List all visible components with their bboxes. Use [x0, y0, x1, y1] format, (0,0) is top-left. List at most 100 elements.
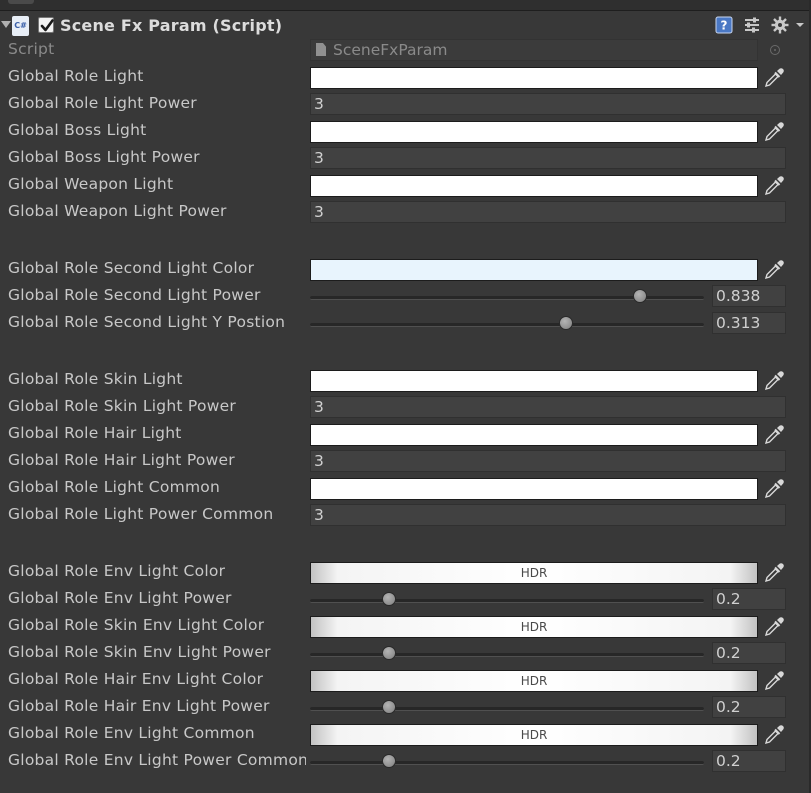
property-row-global-role-skin-light-power: Global Role Skin Light Power 3: [0, 394, 811, 421]
eyedropper-icon[interactable]: [764, 563, 784, 583]
eyedropper-icon[interactable]: [764, 671, 784, 691]
property-row-global-role-skin-env-light-color: Global Role Skin Env Light Color HDR: [0, 613, 811, 640]
slider-track[interactable]: [310, 653, 704, 657]
svg-text:?: ?: [721, 19, 728, 33]
eyedropper-icon[interactable]: [764, 725, 784, 745]
dropdown-arrow-icon[interactable]: [795, 20, 805, 30]
color-swatch[interactable]: [310, 259, 758, 281]
color-swatch[interactable]: [310, 478, 758, 500]
color-swatch[interactable]: [310, 121, 758, 143]
property-row-global-weapon-light-power: Global Weapon Light Power 3: [0, 199, 811, 226]
eyedropper-icon[interactable]: [764, 479, 784, 499]
slider-thumb[interactable]: [381, 754, 396, 768]
property-row-global-boss-light-power: Global Boss Light Power 3: [0, 145, 811, 172]
slider-value-field[interactable]: 0.2: [712, 588, 786, 610]
property-row-global-role-env-light-color: Global Role Env Light Color HDR: [0, 559, 811, 586]
slider-thumb[interactable]: [381, 700, 396, 714]
color-swatch[interactable]: [310, 424, 758, 446]
slider-thumb[interactable]: [559, 316, 574, 330]
previous-component-edge: [8, 0, 34, 4]
hdr-label: HDR: [520, 620, 548, 634]
eyedropper-icon[interactable]: [764, 260, 784, 280]
eyedropper-icon[interactable]: [764, 617, 784, 637]
hdr-label: HDR: [520, 728, 548, 742]
slider[interactable]: [310, 586, 704, 613]
property-label: Global Role Light: [8, 67, 144, 85]
color-swatch[interactable]: [310, 67, 758, 89]
property-row-global-role-skin-env-light-power: Global Role Skin Env Light Power 0.2: [0, 640, 811, 667]
property-label: Global Role Hair Light: [8, 424, 182, 442]
eyedropper-icon[interactable]: [764, 425, 784, 445]
slider-thumb[interactable]: [633, 289, 648, 303]
property-label: Global Role Skin Light Power: [8, 397, 237, 415]
script-label: Script: [8, 40, 55, 58]
property-label: Global Role Skin Env Light Power: [8, 643, 271, 661]
inspector-top-strip: [0, 0, 811, 11]
property-row-global-role-light-power: Global Role Light Power 3: [0, 91, 811, 118]
script-name: SceneFxParam: [333, 41, 448, 59]
slider-thumb[interactable]: [381, 646, 396, 660]
property-row-global-boss-light: Global Boss Light: [0, 118, 811, 145]
property-label: Global Role Light Power Common: [8, 505, 274, 523]
slider-value-field[interactable]: 0.2: [712, 750, 786, 772]
slider[interactable]: [310, 748, 704, 775]
property-row-global-role-light-power-common: Global Role Light Power Common 3: [0, 502, 811, 529]
number-field[interactable]: 3: [310, 450, 786, 472]
checkmark-icon: [40, 19, 54, 32]
property-row-global-role-light-common: Global Role Light Common: [0, 475, 811, 502]
slider-value-field[interactable]: 0.838: [712, 285, 786, 307]
script-object-field[interactable]: SceneFxParam: [310, 39, 758, 61]
color-swatch[interactable]: [310, 175, 758, 197]
hdr-color-swatch[interactable]: HDR: [310, 670, 758, 692]
slider-track[interactable]: [310, 323, 704, 327]
number-field[interactable]: 3: [310, 147, 786, 169]
gear-icon[interactable]: [771, 16, 789, 34]
property-label: Global Role Second Light Power: [8, 286, 261, 304]
slider[interactable]: [310, 283, 704, 310]
slider[interactable]: [310, 310, 704, 337]
slider-thumb[interactable]: [381, 592, 396, 606]
eyedropper-icon[interactable]: [764, 122, 784, 142]
number-field[interactable]: 3: [310, 201, 786, 223]
hdr-color-swatch[interactable]: HDR: [310, 616, 758, 638]
component-header[interactable]: C# Scene Fx Param (Script) ?: [0, 12, 811, 40]
slider-value-field[interactable]: 0.2: [712, 696, 786, 718]
property-row-global-role-light: Global Role Light: [0, 64, 811, 91]
slider-value-field[interactable]: 0.2: [712, 642, 786, 664]
property-row-global-weapon-light: Global Weapon Light: [0, 172, 811, 199]
property-label: Global Role Hair Env Light Power: [8, 697, 270, 715]
property-row-global-role-second-light-color: Global Role Second Light Color: [0, 256, 811, 283]
number-field[interactable]: 3: [310, 504, 786, 526]
eyedropper-icon[interactable]: [764, 371, 784, 391]
number-field[interactable]: 3: [310, 396, 786, 418]
hdr-label: HDR: [520, 674, 548, 688]
foldout-arrow-icon[interactable]: [1, 21, 11, 28]
property-row-global-role-env-light-power-common: Global Role Env Light Power Common 0.2: [0, 748, 811, 775]
slider-track[interactable]: [310, 761, 704, 765]
presets-icon[interactable]: [743, 16, 761, 34]
csharp-script-icon: C#: [12, 16, 29, 36]
help-icon[interactable]: ?: [715, 16, 733, 34]
slider-track[interactable]: [310, 599, 704, 603]
property-label: Global Weapon Light Power: [8, 202, 227, 220]
eyedropper-icon[interactable]: [764, 68, 784, 88]
slider-track[interactable]: [310, 707, 704, 711]
hdr-color-swatch[interactable]: HDR: [310, 724, 758, 746]
hdr-color-swatch[interactable]: HDR: [310, 562, 758, 584]
property-row-global-role-skin-light: Global Role Skin Light: [0, 367, 811, 394]
eyedropper-icon[interactable]: [764, 176, 784, 196]
slider-value-field[interactable]: 0.313: [712, 312, 786, 334]
color-swatch[interactable]: [310, 370, 758, 392]
property-label: Global Weapon Light: [8, 175, 174, 193]
property-label: Global Role Env Light Power Common: [8, 751, 306, 769]
slider[interactable]: [310, 694, 704, 721]
component-title: Scene Fx Param (Script): [60, 16, 283, 35]
property-row-global-role-env-light-power: Global Role Env Light Power 0.2: [0, 586, 811, 613]
hdr-label: HDR: [520, 566, 548, 580]
property-label: Global Role Env Light Power: [8, 589, 232, 607]
slider[interactable]: [310, 640, 704, 667]
enabled-checkbox[interactable]: [38, 17, 54, 33]
number-field[interactable]: 3: [310, 93, 786, 115]
object-picker-icon[interactable]: [770, 45, 780, 55]
property-row-global-role-hair-env-light-color: Global Role Hair Env Light Color HDR: [0, 667, 811, 694]
